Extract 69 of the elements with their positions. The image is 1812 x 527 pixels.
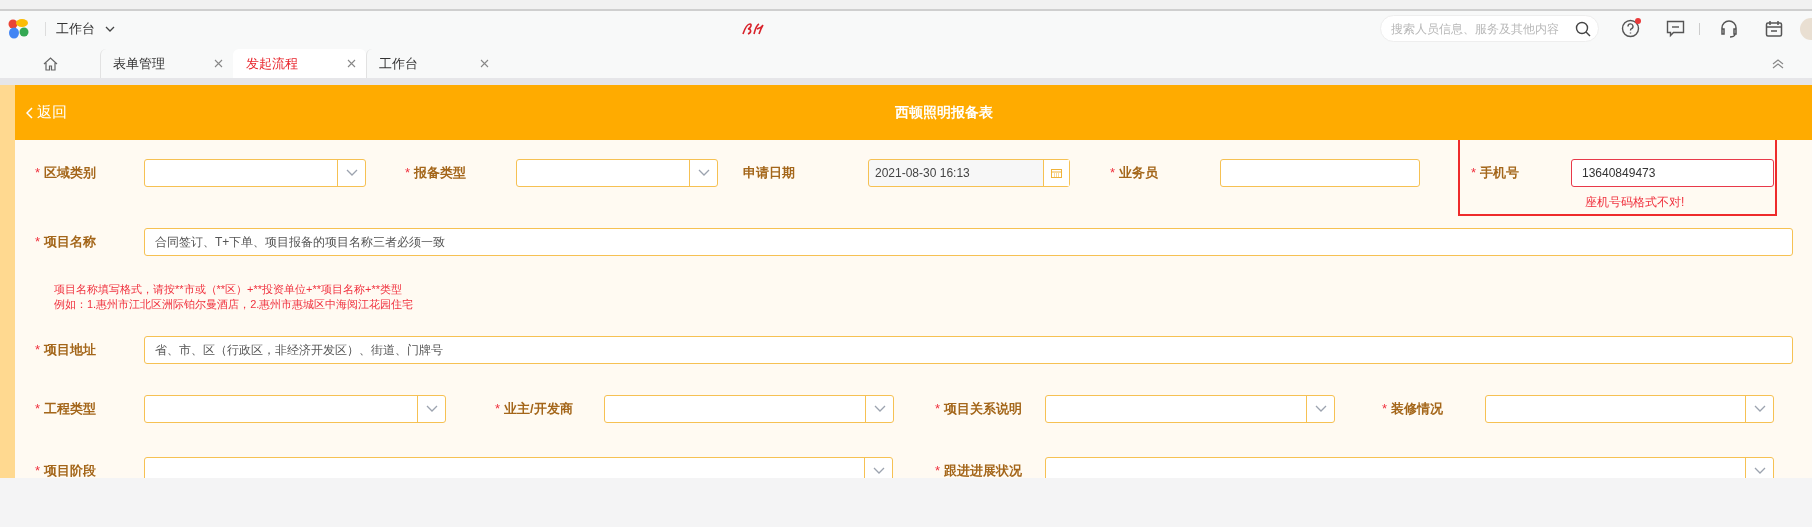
search-field[interactable]: 搜索人员信息、服务及其他内容: [1380, 15, 1599, 42]
required-mark: *: [35, 164, 41, 183]
required-mark: *: [1382, 400, 1388, 419]
hint-text: 项目名称填写格式，请按**市或（**区）+**投资单位+**项目名称+**类型: [54, 282, 404, 297]
headset-icon[interactable]: [1719, 19, 1739, 38]
field-label: 报备类型: [414, 164, 467, 183]
field-label: 项目阶段: [44, 462, 97, 478]
required-mark: *: [1471, 164, 1477, 183]
error-message: 座机号码格式不对!: [1584, 194, 1686, 211]
required-mark: *: [35, 400, 41, 419]
select-field[interactable]: [1485, 395, 1774, 423]
logo-icon: [740, 21, 765, 36]
select-field[interactable]: [1045, 395, 1335, 423]
help-icon[interactable]: [1621, 19, 1640, 38]
chevron-down-icon: [425, 405, 438, 413]
field-label: 工程类型: [44, 400, 97, 419]
field-label: 项目关系说明: [944, 400, 1023, 419]
chevron-down-icon: [872, 467, 885, 475]
date-field[interactable]: 2021-08-30 16:13: [868, 159, 1070, 187]
required-mark: *: [35, 341, 41, 360]
calendar-icon: [1051, 168, 1062, 178]
select-field[interactable]: [516, 159, 718, 187]
chevron-down-icon: [1753, 467, 1766, 475]
select-field[interactable]: [144, 395, 446, 423]
chat-icon[interactable]: [1666, 19, 1685, 38]
chevron-down-icon: [1753, 405, 1766, 413]
required-mark: *: [35, 233, 41, 252]
chevron-down-icon: [1314, 405, 1327, 413]
date-value: 2021-08-30 16:13: [874, 165, 971, 182]
required-mark: *: [405, 164, 411, 183]
app-logo[interactable]: [8, 17, 31, 40]
chevron-down-icon: [345, 169, 358, 177]
field-label: 申请日期: [743, 164, 795, 183]
text-field[interactable]: 合同签订、T+下单、项目报备的项目名称三者必须一致: [144, 228, 1793, 256]
collapse-icon[interactable]: [1772, 59, 1784, 69]
select-field[interactable]: [144, 159, 366, 187]
field-label: 项目名称: [44, 233, 97, 252]
chevron-down-icon: [105, 25, 115, 32]
field-label: 项目地址: [44, 341, 97, 360]
select-field[interactable]: [144, 457, 893, 478]
close-icon[interactable]: [214, 59, 223, 68]
field-label: 装修情况: [1391, 400, 1444, 419]
field-label: 业务员: [1119, 164, 1159, 183]
hint-text: 例如：1.惠州市江北区洲际铂尔曼酒店，2.惠州市惠城区中海阅江花园住宅: [54, 297, 414, 312]
home-icon[interactable]: [42, 56, 58, 71]
chevron-left-icon: [26, 106, 33, 119]
field-label: 业主/开发商: [504, 400, 573, 419]
search-icon[interactable]: [1575, 20, 1591, 37]
select-field[interactable]: [1045, 457, 1774, 478]
required-mark: *: [1110, 164, 1116, 183]
required-mark: *: [495, 400, 501, 419]
workspace-dropdown[interactable]: 工作台: [56, 18, 115, 39]
calendar-icon[interactable]: [1765, 19, 1783, 38]
required-mark: *: [935, 400, 941, 419]
tab[interactable]: 发起流程: [233, 49, 366, 78]
close-icon[interactable]: [480, 59, 489, 68]
chevron-down-icon: [697, 169, 710, 177]
field-label: 手机号: [1480, 164, 1520, 183]
form-title: 西顿照明报备表: [895, 103, 993, 122]
field-label: 区域类别: [44, 164, 97, 183]
text-field[interactable]: 13640849473: [1571, 159, 1774, 187]
close-icon[interactable]: [347, 59, 356, 68]
chevron-down-icon: [873, 405, 886, 413]
field-label: 跟进进展状况: [944, 462, 1023, 478]
select-field[interactable]: [604, 395, 894, 423]
required-mark: *: [935, 462, 941, 478]
required-mark: *: [35, 462, 41, 478]
text-field[interactable]: 省、市、区（行政区，非经济开发区）、街道、门牌号: [144, 336, 1793, 364]
text-field[interactable]: [1220, 159, 1420, 187]
